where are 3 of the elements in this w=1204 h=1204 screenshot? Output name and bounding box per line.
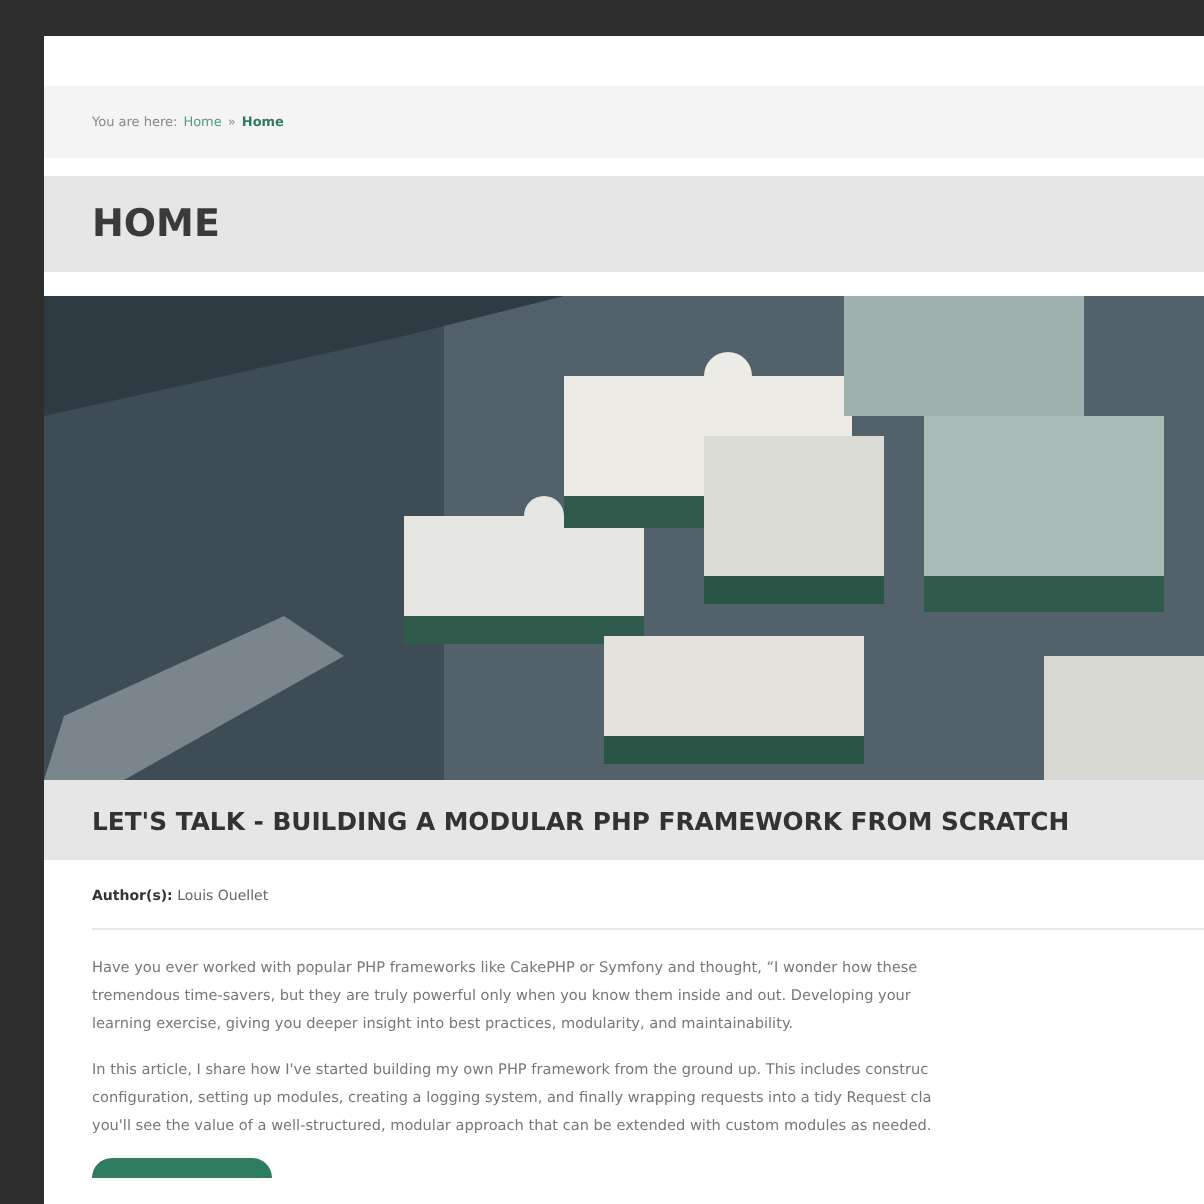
page-title: HOME [92,202,220,246]
article-title: LET'S TALK - BUILDING A MODULAR PHP FRAMEWORK FROM SCRATCH [92,805,1070,835]
action-button[interactable] [92,1158,272,1178]
